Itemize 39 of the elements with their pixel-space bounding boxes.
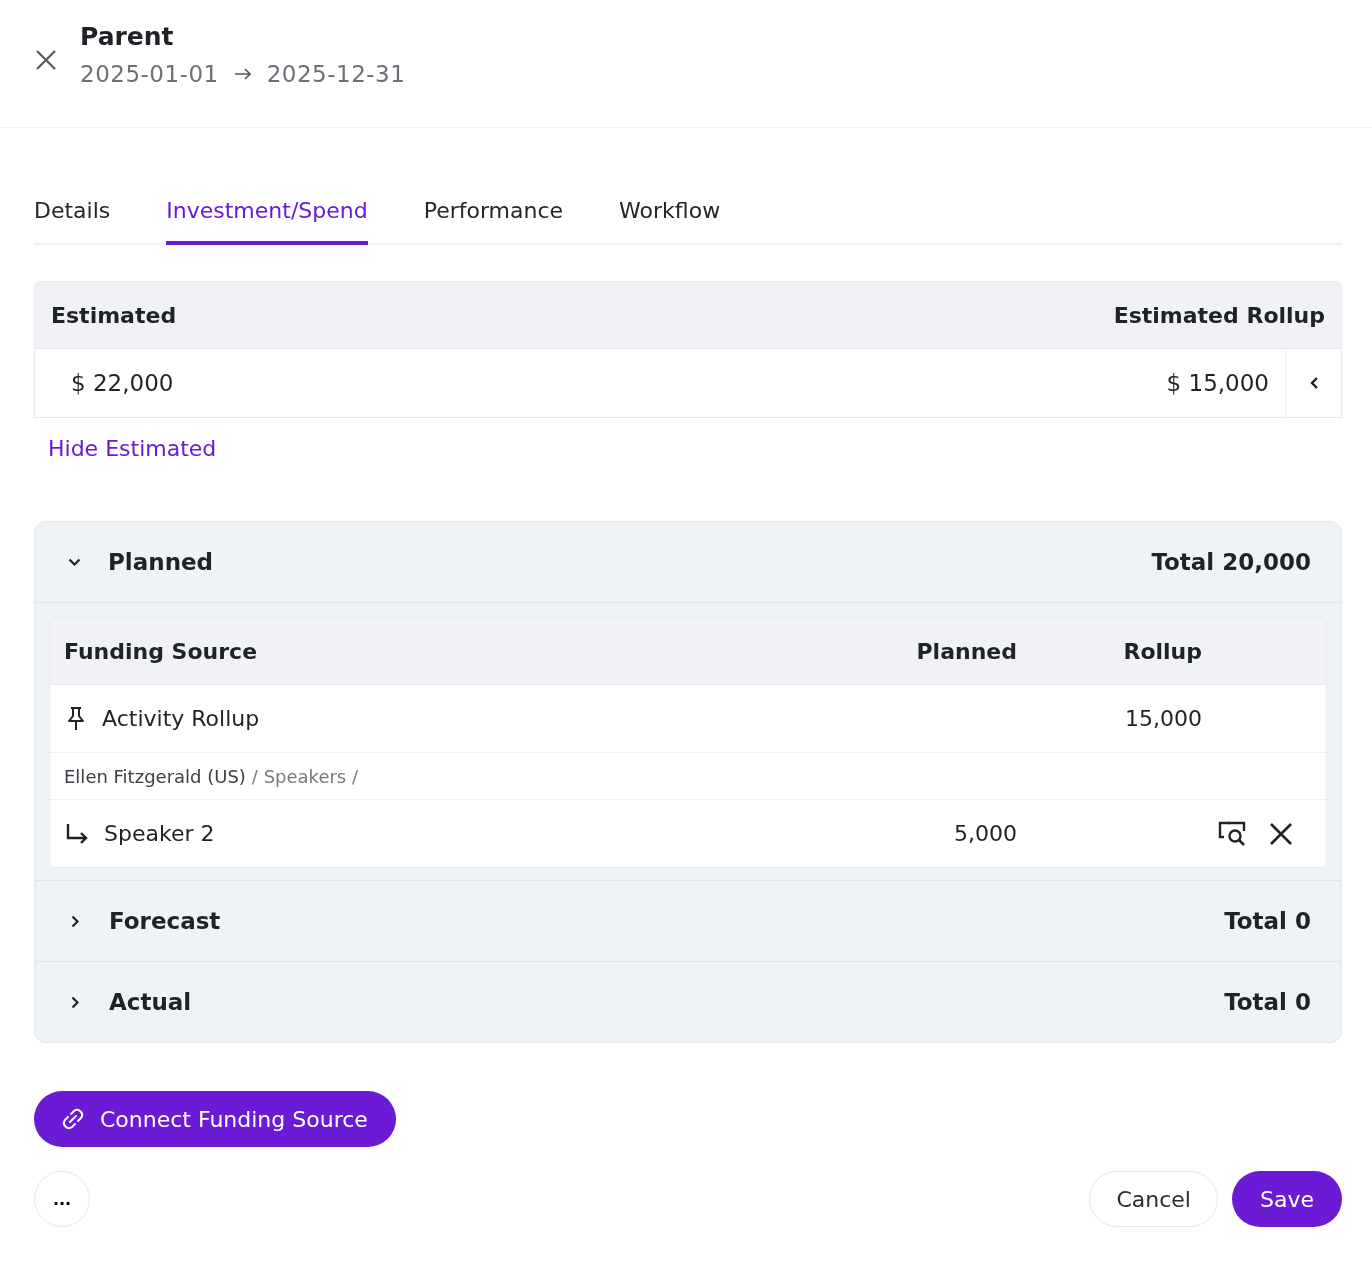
section-title: Forecast	[109, 908, 222, 934]
section-header[interactable]: Planned Total 20,000	[35, 522, 1341, 602]
section-total: Total 20,000	[1151, 549, 1311, 575]
close-icon[interactable]	[34, 48, 58, 72]
cancel-button[interactable]: Cancel	[1089, 1171, 1218, 1227]
save-button[interactable]: Save	[1232, 1171, 1342, 1227]
column-header: Estimated Rollup	[1113, 302, 1325, 328]
section-total: Total 0	[1224, 908, 1311, 934]
close-icon	[1268, 820, 1294, 847]
source-name: Activity Rollup	[102, 706, 260, 731]
tab[interactable]: Details	[34, 188, 111, 245]
rollup-amount: 15,000	[1124, 706, 1203, 731]
column-header: Planned	[915, 638, 1018, 664]
more-button[interactable]: ...	[34, 1171, 90, 1227]
column-header: Estimated	[51, 302, 177, 328]
arrow-icon	[232, 67, 253, 81]
column-header: Rollup	[1122, 638, 1203, 664]
column-header: Funding Source	[63, 638, 259, 664]
section-header[interactable]: Actual Total 0	[35, 962, 1341, 1042]
source-name: Speaker 2	[104, 821, 215, 846]
planned-amount: 5,000	[953, 821, 1018, 846]
section-total: Total 0	[1224, 989, 1311, 1015]
hide-estimated-link[interactable]: Hide Estimated	[48, 436, 217, 461]
record-title: Parent	[80, 22, 175, 51]
tab[interactable]: Workflow	[619, 188, 721, 245]
link-icon	[60, 1106, 86, 1132]
breadcrumb-trail: / Speakers /	[251, 765, 359, 787]
section-title: Planned	[108, 549, 215, 575]
owner-name: Ellen Fitzgerald (US)	[64, 765, 246, 787]
tab[interactable]: Performance	[423, 188, 564, 245]
section-header[interactable]: Forecast Total 0	[35, 881, 1341, 961]
remove-button[interactable]	[1268, 820, 1294, 847]
connect-funding-source-button[interactable]: Connect Funding Source	[34, 1091, 396, 1147]
estimated-value: $ 22,000	[71, 370, 175, 396]
section-title: Actual	[109, 989, 193, 1015]
start-date: 2025-01-01	[80, 61, 219, 87]
tab[interactable]: Investment/Spend	[166, 188, 368, 245]
end-date: 2025-12-31	[266, 61, 406, 87]
rollup-value: $ 15,000	[1166, 370, 1270, 396]
